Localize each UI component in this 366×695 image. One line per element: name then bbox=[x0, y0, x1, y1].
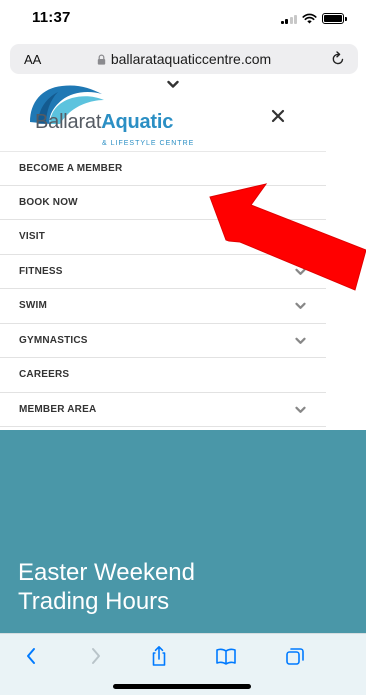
menu-item-label: CAREERS bbox=[19, 369, 70, 380]
menu-item-label: GYMNASTICS bbox=[19, 334, 88, 346]
status-icons bbox=[280, 13, 347, 24]
menu-item-book-now[interactable]: BOOK NOW bbox=[0, 186, 326, 220]
close-icon[interactable] bbox=[266, 104, 290, 128]
bookmarks-icon[interactable] bbox=[214, 644, 238, 668]
back-icon[interactable] bbox=[20, 644, 44, 668]
tabs-icon[interactable] bbox=[283, 644, 307, 668]
chevron-down-icon[interactable] bbox=[295, 337, 306, 345]
status-time: 11:37 bbox=[32, 9, 71, 26]
menu-item-member-area[interactable]: MEMBER AREA bbox=[0, 393, 326, 427]
status-bar: 11:37 bbox=[0, 0, 366, 38]
logo-wordmark: BallaratAquatic bbox=[35, 111, 174, 133]
cellular-signal-icon bbox=[280, 14, 297, 24]
menu-item-visit[interactable]: VISIT bbox=[0, 220, 326, 255]
home-indicator[interactable] bbox=[113, 684, 251, 689]
url-field[interactable]: ballarataquaticcentre.com bbox=[10, 51, 358, 67]
menu-item-label: BOOK NOW bbox=[19, 196, 78, 208]
forward-icon[interactable] bbox=[83, 644, 107, 668]
menu-item-label: BECOME A MEMBER bbox=[19, 163, 123, 174]
reload-icon[interactable] bbox=[331, 51, 345, 66]
menu-item-become-a-member[interactable]: BECOME A MEMBER bbox=[0, 151, 326, 186]
address-bar[interactable]: AA ballarataquaticcentre.com bbox=[10, 44, 358, 74]
logo-tagline: & LIFESTYLE CENTRE bbox=[102, 140, 195, 147]
menu-item-label: VISIT bbox=[19, 231, 46, 242]
menu-item-label: SWIM bbox=[19, 300, 48, 311]
battery-icon bbox=[322, 13, 347, 24]
menu-item-careers[interactable]: CAREERS bbox=[0, 358, 326, 393]
menu-item-fitness[interactable]: FITNESS bbox=[0, 255, 326, 289]
menu-item-label: MEMBER AREA bbox=[19, 403, 97, 415]
menu-item-gymnastics[interactable]: GYMNASTICS bbox=[0, 324, 326, 358]
hero-title: Easter Weekend Trading Hours bbox=[18, 559, 195, 615]
menu-item-label: FITNESS bbox=[19, 265, 63, 277]
lock-icon bbox=[97, 54, 106, 65]
chevron-down-icon[interactable] bbox=[295, 268, 306, 276]
menu-item-swim[interactable]: SWIM bbox=[0, 289, 326, 324]
url-text: ballarataquaticcentre.com bbox=[110, 51, 272, 67]
chevron-down-icon[interactable] bbox=[295, 302, 306, 310]
share-icon[interactable] bbox=[147, 644, 171, 668]
chevron-down-icon[interactable] bbox=[295, 406, 306, 414]
wifi-icon bbox=[302, 13, 317, 24]
main-menu: BECOME A MEMBER BOOK NOW VISIT FITNESS S… bbox=[0, 151, 326, 427]
